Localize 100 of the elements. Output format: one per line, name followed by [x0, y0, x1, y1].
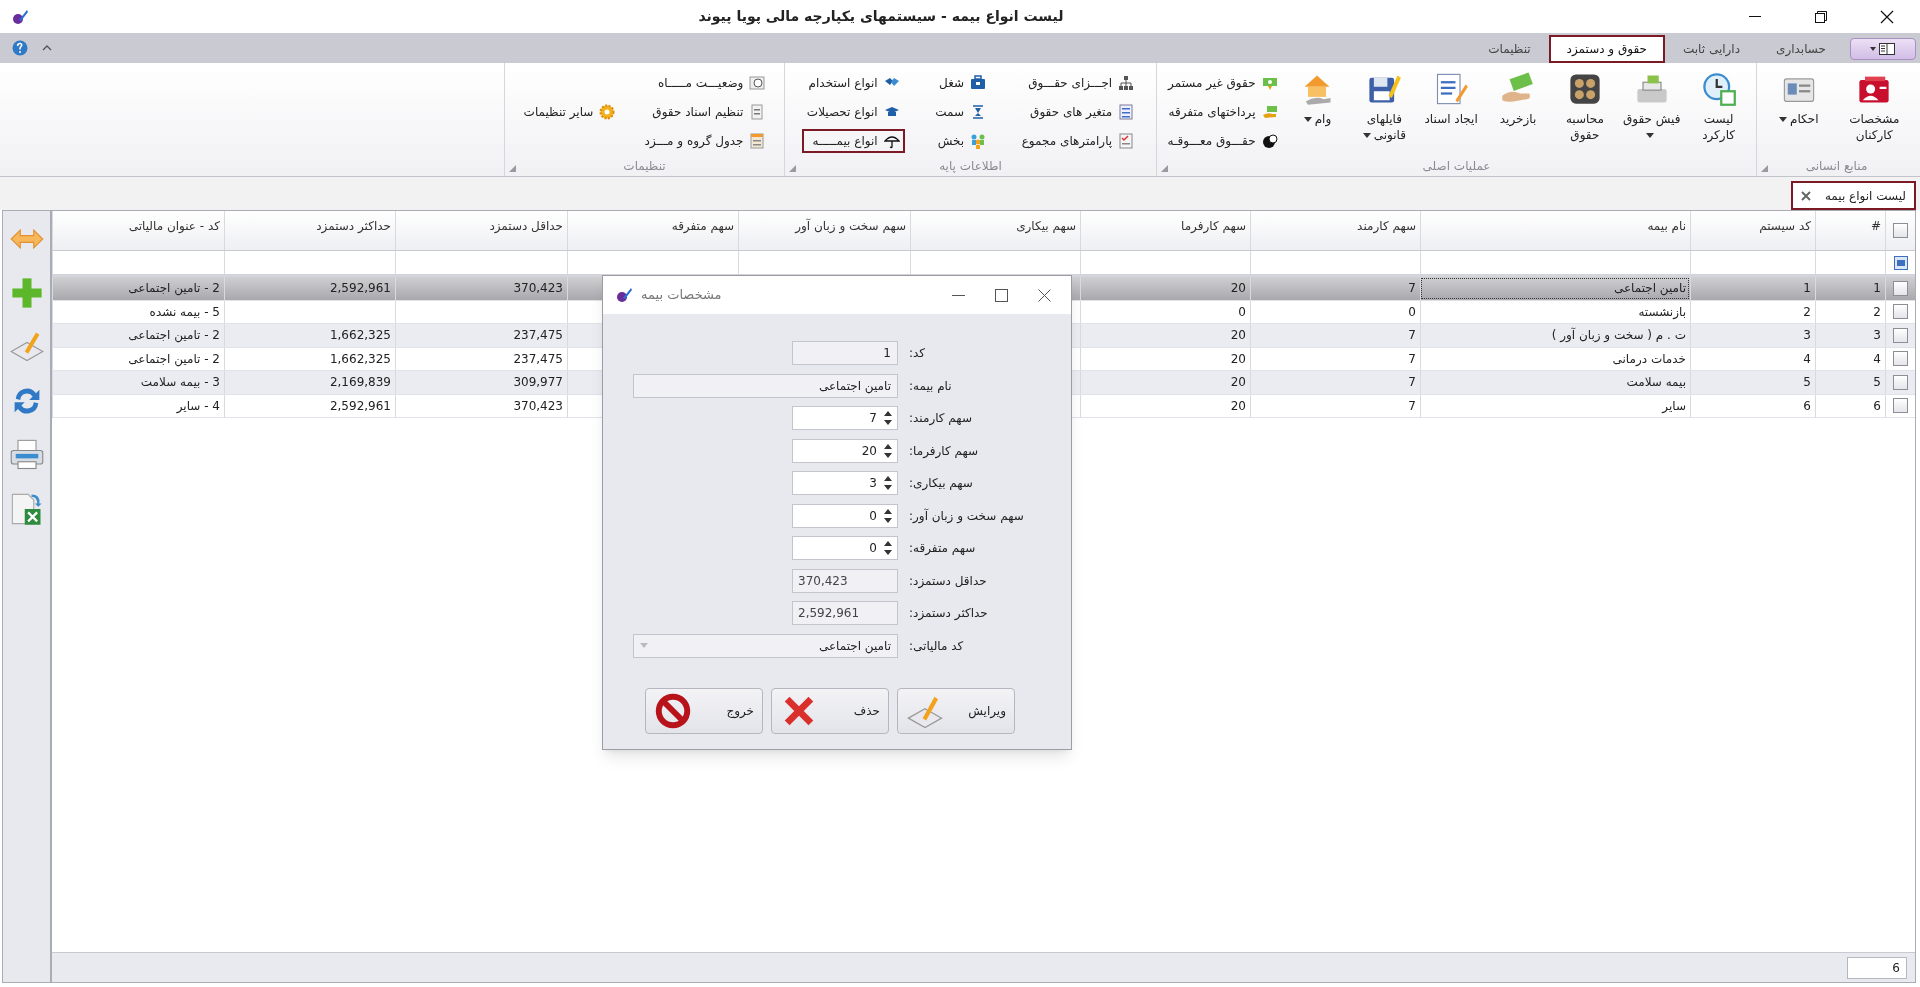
ribbon-tab[interactable]: حسابداری	[1758, 35, 1844, 63]
window-title: لیست انواع بیمه - سیستمهای یکپارچه مالی پویا پیوند	[698, 7, 1064, 27]
ribbon-button[interactable]: اجـــزای حقـــوق	[1016, 70, 1140, 95]
table-cell-text: 20	[1230, 280, 1246, 298]
column-header[interactable]: سهم کارفرما	[1181, 217, 1246, 235]
spinner-field[interactable]: 3	[792, 471, 898, 495]
ribbon-button[interactable]: احکام	[1766, 67, 1831, 156]
row-checkbox[interactable]	[1893, 327, 1908, 343]
document-tab-label: لیست انواع بیمه	[1824, 187, 1906, 205]
ribbon-tab[interactable]: حقوق و دستمزد	[1548, 35, 1665, 63]
spinner-arrows-icon[interactable]	[883, 507, 893, 524]
ribbon-button[interactable]: جدول گروه و مـــزد	[639, 128, 771, 153]
table-cell-text: 2 - تامین اجتماعی	[128, 350, 220, 368]
column-header[interactable]: سهم بیکاری	[1016, 217, 1076, 235]
ribbon-button[interactable]: انواع تحصیلات	[801, 99, 905, 124]
panel-caret-icon	[1870, 42, 1896, 56]
spinner-arrows-icon[interactable]	[883, 540, 893, 556]
select-all-checkbox[interactable]	[1893, 223, 1908, 238]
column-header[interactable]: نام بیمه	[1647, 217, 1686, 235]
spinner-arrows-icon[interactable]	[883, 410, 893, 426]
spinner-field[interactable]: 20	[792, 438, 898, 463]
spinner-arrows-icon[interactable]	[883, 475, 893, 491]
document-tab[interactable]: لیست انواع بیمه	[1790, 181, 1916, 210]
maximize-icon[interactable]	[995, 288, 1008, 302]
row-checkbox[interactable]	[1893, 351, 1908, 367]
ribbon-tab[interactable]: دارایی ثابت	[1664, 35, 1759, 63]
column-header[interactable]: حداقل دستمزد	[489, 217, 563, 235]
list-icon	[1118, 103, 1135, 120]
ribbon-button[interactable]: پرداختهای متفرقه	[1162, 99, 1283, 124]
ribbon-button[interactable]: سایر تنظیمات	[518, 99, 621, 124]
ribbon-button[interactable]: لیست کارکرد	[1686, 67, 1751, 156]
field-label: کد مالیاتی:	[909, 637, 965, 655]
app-menu-button[interactable]	[1850, 38, 1916, 60]
table-cell-text: 7	[1408, 374, 1416, 392]
row-checkbox[interactable]	[1893, 374, 1908, 390]
dialog-launcher-icon[interactable]	[1161, 165, 1168, 172]
ribbon-button[interactable]: مشخصات کارکنان	[1842, 67, 1907, 156]
table-cell-text: 2	[1803, 303, 1811, 321]
ribbon-button[interactable]: بازخرید	[1486, 67, 1550, 156]
table-cell-text: 3	[1803, 327, 1811, 345]
table-cell: ت . م ( سخت و زبان آور )	[1551, 326, 1686, 345]
ribbon-button[interactable]: سمت	[930, 99, 992, 124]
dialog-launcher-icon[interactable]	[1761, 165, 1768, 172]
input-field[interactable]: 370,423	[792, 568, 898, 593]
column-header[interactable]: #	[1870, 217, 1881, 235]
ribbon-button[interactable]: شغل	[930, 70, 992, 95]
help-icon[interactable]	[12, 40, 28, 56]
dialog-button[interactable]: خروج	[645, 687, 763, 734]
ribbon-tab[interactable]: تنظیمات	[1470, 35, 1549, 63]
input-field[interactable]: تامین اجتماعی	[633, 373, 898, 398]
ribbon-button[interactable]: حقوق غیر مستمر	[1162, 70, 1283, 95]
table-cell-text: 6	[1803, 397, 1811, 415]
ribbon-button[interactable]: فیش حقوق	[1619, 67, 1684, 156]
dropdown-field[interactable]: تامین اجتماعی	[633, 633, 898, 658]
dialog-button[interactable]: حذف	[771, 687, 889, 734]
ribbon-button[interactable]: انواع استخدام	[801, 70, 905, 95]
ribbon-button[interactable]: وام	[1285, 67, 1350, 156]
table-cell-text: 370,423	[513, 280, 563, 298]
column-header[interactable]: کد سیستم	[1759, 217, 1811, 235]
close-icon[interactable]	[1038, 288, 1051, 302]
field-label: حداقل دستمزد:	[909, 572, 988, 590]
dialog-launcher-icon[interactable]	[789, 165, 796, 172]
column-header[interactable]: سهم متفرقه	[671, 217, 734, 235]
ribbon-button[interactable]: حقـــوق معـــوقـه	[1162, 128, 1283, 153]
close-icon[interactable]	[1800, 190, 1811, 201]
spinner-arrows-icon[interactable]	[883, 442, 893, 459]
column-header[interactable]: سهم سخت و زبان آور	[795, 217, 906, 235]
column-header[interactable]: حداکثر دستمزد	[316, 217, 391, 235]
clock-calendar-icon	[1700, 71, 1737, 107]
ribbon-button[interactable]: محاسبه حقوق	[1552, 67, 1617, 156]
ribbon-button[interactable]: پارامترهای مجموع	[1016, 128, 1140, 153]
spinner-field[interactable]: 0	[792, 536, 898, 560]
ribbon-button[interactable]: فایلهای قانونی	[1352, 67, 1417, 156]
collapse-caret-icon[interactable]	[42, 45, 52, 51]
ribbon-button[interactable]: وضعیـــت مـــــاه	[639, 70, 771, 95]
ribbon-button[interactable]: ایجاد اسناد	[1419, 67, 1484, 156]
caret-icon	[640, 643, 648, 648]
ribbon-button[interactable]: متغیر های حقوق	[1016, 99, 1140, 124]
dialog-button[interactable]: ویرایش	[897, 687, 1015, 734]
table-cell-text: 5	[1873, 374, 1881, 392]
spinner-field[interactable]: 0	[792, 503, 898, 528]
filter-icon[interactable]	[1893, 255, 1908, 270]
hand-money-icon	[1261, 103, 1278, 120]
input-field[interactable]: 1	[792, 341, 898, 365]
ribbon-button[interactable]: انواع بیمـــــه	[801, 128, 905, 153]
input-field[interactable]: 2,592,961	[792, 601, 898, 625]
column-header[interactable]: سهم کارمند	[1357, 217, 1416, 235]
row-checkbox[interactable]	[1893, 280, 1908, 296]
table-cell-text: 370,423	[513, 397, 563, 415]
row-checkbox[interactable]	[1893, 304, 1908, 320]
table-cell-text: 3 - بیمه سلامت	[140, 374, 220, 392]
spinner-field[interactable]: 7	[792, 406, 898, 430]
ribbon-button[interactable]: تنظیم اسناد حقوق	[639, 99, 771, 124]
table-cell-text: 2 - تامین اجتماعی	[128, 280, 220, 298]
column-header[interactable]: کد - عنوان مالیاتی	[128, 217, 220, 235]
table-cell-text: 2 - تامین اجتماعی	[128, 327, 220, 345]
field-label: سهم کارمند:	[909, 410, 973, 427]
ribbon-button[interactable]: بخش	[930, 128, 992, 153]
dialog-launcher-icon[interactable]	[509, 165, 516, 172]
row-checkbox[interactable]	[1893, 398, 1908, 414]
